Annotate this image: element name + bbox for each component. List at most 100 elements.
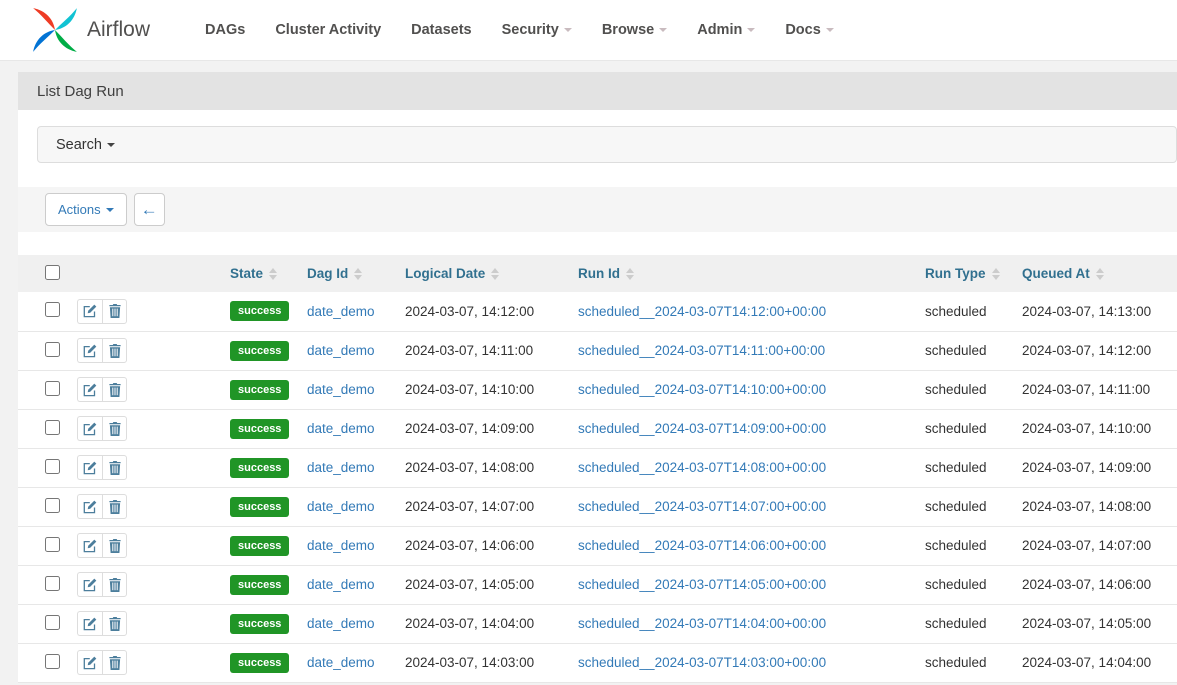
delete-record-button[interactable] (102, 455, 127, 480)
nav-item-label: Security (502, 22, 559, 38)
run-id-link[interactable]: scheduled__2024-03-07T14:03:00+00:00 (578, 655, 826, 670)
column-sort-link[interactable]: Logical Date (405, 266, 499, 281)
sort-icon (626, 268, 634, 280)
status-badge: success (230, 614, 289, 634)
run-id-link[interactable]: scheduled__2024-03-07T14:06:00+00:00 (578, 538, 826, 553)
column-sort-link[interactable]: Dag Id (307, 266, 362, 281)
edit-record-button[interactable] (77, 494, 102, 519)
dag-id-link[interactable]: date_demo (307, 499, 375, 514)
dag-id-link[interactable]: date_demo (307, 655, 375, 670)
list-dag-run-panel: List Dag Run Search Actions ← (18, 72, 1177, 683)
delete-record-button[interactable] (102, 572, 127, 597)
run-id-link[interactable]: scheduled__2024-03-07T14:07:00+00:00 (578, 499, 826, 514)
delete-record-button[interactable] (102, 494, 127, 519)
nav-item[interactable]: Admin (682, 12, 770, 48)
delete-record-button[interactable] (102, 650, 127, 675)
run-id-link[interactable]: scheduled__2024-03-07T14:10:00+00:00 (578, 382, 826, 397)
run-type-cell: scheduled (925, 448, 1022, 487)
column-header-label: Logical Date (405, 266, 485, 281)
row-action-buttons (77, 494, 127, 519)
row-checkbox[interactable] (45, 381, 60, 396)
nav-item[interactable]: DAGs (190, 12, 260, 48)
row-checkbox[interactable] (45, 420, 60, 435)
queued-at-cell: 2024-03-07, 14:04:00 (1022, 643, 1177, 682)
navbar: Airflow DAGs Cluster Activity Datasets S… (0, 0, 1177, 61)
column-sort-link[interactable]: Run Type (925, 266, 1000, 281)
column-header-label: Dag Id (307, 266, 348, 281)
column-sort-link[interactable]: State (230, 266, 277, 281)
edit-record-button[interactable] (77, 416, 102, 441)
trash-icon (109, 422, 121, 436)
search-accordion-toggle[interactable]: Search (37, 126, 1177, 163)
trash-icon (109, 383, 121, 397)
edit-record-button[interactable] (77, 650, 102, 675)
run-id-link[interactable]: scheduled__2024-03-07T14:05:00+00:00 (578, 577, 826, 592)
row-checkbox[interactable] (45, 459, 60, 474)
actions-button[interactable]: Actions (45, 193, 127, 226)
table-toolbar: Actions ← (18, 187, 1177, 232)
logical-date-cell: 2024-03-07, 14:03:00 (405, 643, 578, 682)
nav-item[interactable]: Datasets (396, 12, 486, 48)
airflow-home-link[interactable]: Airflow (30, 5, 150, 55)
edit-record-button[interactable] (77, 455, 102, 480)
row-action-buttons (77, 299, 127, 324)
delete-record-button[interactable] (102, 377, 127, 402)
trash-icon (109, 304, 121, 318)
run-id-link[interactable]: scheduled__2024-03-07T14:09:00+00:00 (578, 421, 826, 436)
row-checkbox[interactable] (45, 537, 60, 552)
queued-at-cell: 2024-03-07, 14:09:00 (1022, 448, 1177, 487)
select-all-checkbox[interactable] (45, 265, 60, 280)
dag-id-link[interactable]: date_demo (307, 421, 375, 436)
dag-id-link[interactable]: date_demo (307, 538, 375, 553)
edit-record-button[interactable] (77, 572, 102, 597)
chevron-down-icon (106, 208, 114, 212)
column-sort-link[interactable]: Queued At (1022, 266, 1104, 281)
row-checkbox[interactable] (45, 342, 60, 357)
column-header-label: Run Id (578, 266, 620, 281)
delete-record-button[interactable] (102, 416, 127, 441)
table-row: success date_demo 2024-03-07, 14:10:00 s… (18, 370, 1177, 409)
run-id-link[interactable]: scheduled__2024-03-07T14:08:00+00:00 (578, 460, 826, 475)
dag-id-link[interactable]: date_demo (307, 460, 375, 475)
nav-item-label: Cluster Activity (275, 22, 381, 38)
dag-id-link[interactable]: date_demo (307, 382, 375, 397)
edit-record-button[interactable] (77, 338, 102, 363)
row-checkbox[interactable] (45, 615, 60, 630)
nav-item[interactable]: Browse (587, 12, 682, 48)
row-checkbox[interactable] (45, 302, 60, 317)
main-nav: DAGs Cluster Activity Datasets Security … (190, 12, 849, 48)
row-checkbox[interactable] (45, 654, 60, 669)
delete-record-button[interactable] (102, 533, 127, 558)
nav-item[interactable]: Security (487, 12, 587, 48)
dag-id-link[interactable]: date_demo (307, 577, 375, 592)
edit-record-button[interactable] (77, 299, 102, 324)
status-badge: success (230, 575, 289, 595)
row-action-buttons (77, 338, 127, 363)
run-id-link[interactable]: scheduled__2024-03-07T14:04:00+00:00 (578, 616, 826, 631)
run-id-link[interactable]: scheduled__2024-03-07T14:11:00+00:00 (578, 343, 825, 358)
brand-name: Airflow (87, 18, 150, 42)
delete-record-button[interactable] (102, 611, 127, 636)
run-id-link[interactable]: scheduled__2024-03-07T14:12:00+00:00 (578, 304, 826, 319)
back-button[interactable]: ← (134, 193, 165, 226)
edit-record-button[interactable] (77, 611, 102, 636)
nav-item-label: Admin (697, 22, 742, 38)
row-checkbox[interactable] (45, 576, 60, 591)
status-badge: success (230, 458, 289, 478)
table-row: success date_demo 2024-03-07, 14:04:00 s… (18, 604, 1177, 643)
row-action-buttons (77, 533, 127, 558)
dag-id-link[interactable]: date_demo (307, 616, 375, 631)
run-type-cell: scheduled (925, 526, 1022, 565)
edit-record-button[interactable] (77, 533, 102, 558)
dag-id-link[interactable]: date_demo (307, 343, 375, 358)
column-sort-link[interactable]: Run Id (578, 266, 634, 281)
edit-record-button[interactable] (77, 377, 102, 402)
delete-record-button[interactable] (102, 299, 127, 324)
delete-record-button[interactable] (102, 338, 127, 363)
nav-item[interactable]: Docs (770, 12, 848, 48)
row-checkbox[interactable] (45, 498, 60, 513)
table-row: success date_demo 2024-03-07, 14:06:00 s… (18, 526, 1177, 565)
dag-id-link[interactable]: date_demo (307, 304, 375, 319)
status-badge: success (230, 341, 289, 361)
nav-item[interactable]: Cluster Activity (260, 12, 396, 48)
